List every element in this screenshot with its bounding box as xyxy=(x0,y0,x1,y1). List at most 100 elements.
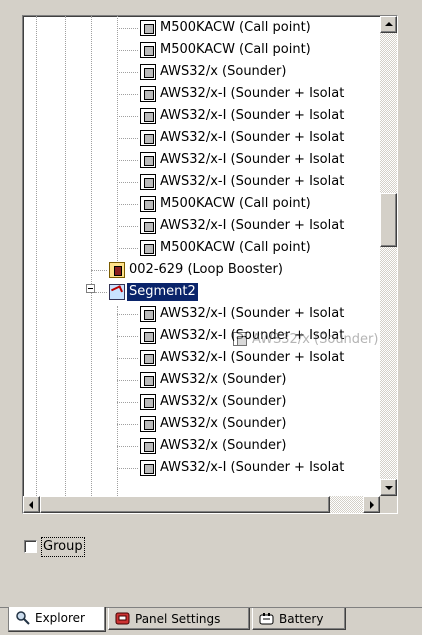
tree-connector-line xyxy=(117,50,138,51)
tree-node-label: M500KACW (Call point) xyxy=(160,240,311,255)
tree-connector-line xyxy=(117,72,138,73)
tree-connector-line xyxy=(117,138,138,139)
tree-node-label: AWS32/x (Sounder) xyxy=(160,438,287,453)
sounder-device-icon xyxy=(140,438,156,454)
tree-node-label: AWS32/x (Sounder) xyxy=(160,416,287,431)
tree-connector-line xyxy=(95,292,107,293)
tree-connector-line xyxy=(117,446,138,447)
tree-node-label: AWS32/x (Sounder) xyxy=(160,372,287,387)
scroll-up-button[interactable] xyxy=(380,16,397,33)
tree-node-label: AWS32/x-I (Sounder + Isolat xyxy=(160,306,345,321)
tree-connector-line xyxy=(117,182,138,183)
magnifier-icon xyxy=(15,611,31,625)
arrow-up-icon xyxy=(385,22,393,26)
horizontal-scrollbar[interactable] xyxy=(23,496,380,513)
sounder-device-icon xyxy=(140,416,156,432)
tree-node[interactable]: M500KACW (Call point) xyxy=(23,39,380,61)
group-checkbox[interactable] xyxy=(24,540,37,553)
scrollbar-corner xyxy=(380,496,397,513)
tree-node[interactable]: M500KACW (Call point) xyxy=(23,17,380,39)
tree-connector-line xyxy=(117,402,138,403)
loop-booster-icon xyxy=(109,262,125,278)
tree-node[interactable]: AWS32/x-I (Sounder + Isolat xyxy=(23,83,380,105)
tree-node-label: AWS32/x-I (Sounder + Isolat xyxy=(160,108,345,123)
tree-connector-line xyxy=(117,314,138,315)
tree-node[interactable]: AWS32/x-I (Sounder + Isolat xyxy=(23,215,380,237)
tree-node[interactable]: AWS32/x (Sounder) xyxy=(23,391,380,413)
tree-connector-line xyxy=(117,116,138,117)
tab-battery[interactable]: Battery xyxy=(252,608,346,630)
scroll-down-button[interactable] xyxy=(380,479,397,496)
tree-connector-line xyxy=(117,160,138,161)
battery-icon xyxy=(259,612,275,626)
tree-node[interactable]: M500KACW (Call point) xyxy=(23,237,380,259)
tree-node-label: M500KACW (Call point) xyxy=(160,196,311,211)
tree-node-label: Segment2 xyxy=(126,282,199,302)
tree-node[interactable]: M500KACW (Call point) xyxy=(23,193,380,215)
tree-node-label: AWS32/x-I (Sounder + Isolat xyxy=(160,152,345,167)
tree-node[interactable]: 002-629 (Loop Booster) xyxy=(23,259,380,281)
tab-battery-label: Battery xyxy=(279,612,324,626)
group-checkbox-label[interactable]: Group xyxy=(41,537,85,557)
tree-node[interactable]: AWS32/x (Sounder) xyxy=(23,369,380,391)
sounder-device-icon xyxy=(140,372,156,388)
tab-explorer[interactable]: Explorer xyxy=(8,607,106,632)
tree-connector-line xyxy=(117,380,138,381)
tree-node[interactable]: AWS32/x-I (Sounder + Isolat xyxy=(23,457,380,479)
device-tree-view[interactable]: M500KACW (Call point) M500KACW (Call poin… xyxy=(22,15,398,514)
tree-node[interactable]: AWS32/x (Sounder) xyxy=(23,413,380,435)
tree-node[interactable]: AWS32/x-I (Sounder + Isolat xyxy=(23,105,380,127)
tree-connector-line xyxy=(91,270,107,271)
arrow-right-icon xyxy=(370,501,374,509)
tab-panel-settings-label: Panel Settings xyxy=(135,612,221,626)
drag-ghost-device-icon xyxy=(233,332,247,346)
tree-node-label: M500KACW (Call point) xyxy=(160,20,311,35)
sounder-isolator-device-icon xyxy=(140,130,156,146)
tree-connector-line xyxy=(117,358,138,359)
tree-connector-line xyxy=(117,468,138,469)
tree-connector-line xyxy=(117,94,138,95)
call-point-device-icon xyxy=(140,20,156,36)
arrow-left-icon xyxy=(29,501,33,509)
sounder-device-icon xyxy=(140,64,156,80)
sounder-isolator-device-icon xyxy=(140,152,156,168)
scroll-left-button[interactable] xyxy=(23,496,40,513)
horizontal-scroll-thumb[interactable] xyxy=(40,496,330,513)
tree-node-label: 002-629 (Loop Booster) xyxy=(129,262,283,277)
vertical-scrollbar[interactable] xyxy=(380,16,397,496)
sounder-isolator-device-icon xyxy=(140,350,156,366)
drag-ghost-label: AWS32/x (Sounder) xyxy=(252,332,379,347)
arrow-down-icon xyxy=(385,486,393,490)
tree-node-label: AWS32/x-I (Sounder + Isolat xyxy=(160,130,345,145)
sounder-isolator-device-icon xyxy=(140,108,156,124)
tab-panel-settings[interactable]: Panel Settings xyxy=(108,608,250,630)
scroll-right-button[interactable] xyxy=(363,496,380,513)
tree-node-label: AWS32/x-I (Sounder + Isolat xyxy=(160,86,345,101)
tree-node[interactable]: AWS32/x (Sounder) xyxy=(23,435,380,457)
tree-node-label: AWS32/x-I (Sounder + Isolat xyxy=(160,218,345,233)
tree-node-label: AWS32/x (Sounder) xyxy=(160,64,287,79)
tree-node-label: AWS32/x (Sounder) xyxy=(160,394,287,409)
tree-content: M500KACW (Call point) M500KACW (Call poin… xyxy=(23,16,380,496)
sounder-isolator-device-icon xyxy=(140,86,156,102)
tree-node[interactable]: AWS32/x-I (Sounder + Isolat xyxy=(23,171,380,193)
sounder-isolator-device-icon xyxy=(140,328,156,344)
tree-node[interactable]: AWS32/x-I (Sounder + Isolat xyxy=(23,149,380,171)
vertical-scroll-thumb[interactable] xyxy=(380,193,397,247)
panel-icon xyxy=(115,612,131,626)
tree-node[interactable]: AWS32/x-I (Sounder + Isolat xyxy=(23,127,380,149)
tree-node[interactable]: AWS32/x (Sounder) xyxy=(23,61,380,83)
tree-node-label: M500KACW (Call point) xyxy=(160,42,311,57)
tree-node-segment[interactable]: Segment2 xyxy=(23,281,380,303)
segment-icon xyxy=(109,284,125,300)
tree-node[interactable]: AWS32/x-I (Sounder + Isolat xyxy=(23,303,380,325)
tree-node-label: AWS32/x-I (Sounder + Isolat xyxy=(160,350,345,365)
tree-node-label: AWS32/x-I (Sounder + Isolat xyxy=(160,460,345,475)
sounder-isolator-device-icon xyxy=(140,306,156,322)
call-point-device-icon xyxy=(140,240,156,256)
sounder-isolator-device-icon xyxy=(140,460,156,476)
sounder-isolator-device-icon xyxy=(140,174,156,190)
tree-node[interactable]: AWS32/x-I (Sounder + Isolat xyxy=(23,347,380,369)
sounder-isolator-device-icon xyxy=(140,218,156,234)
tree-connector-line xyxy=(117,248,138,249)
